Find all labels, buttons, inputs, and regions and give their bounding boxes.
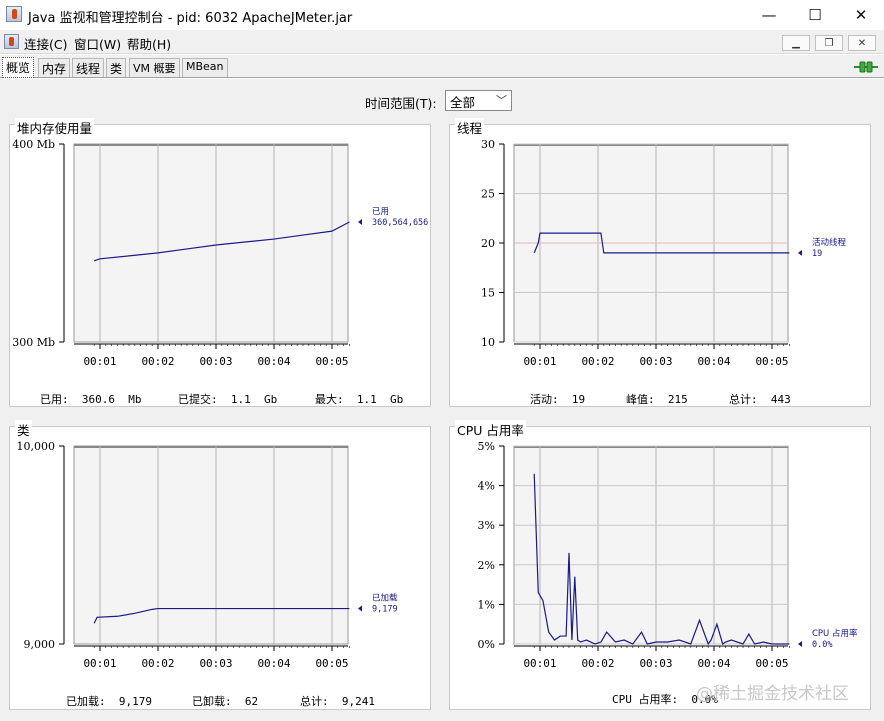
menu-help[interactable]: 帮助(H)	[127, 34, 171, 53]
watermark: @稀土掘金技术社区	[696, 684, 849, 704]
threads-peak-stat: 峰值: 215	[626, 393, 688, 406]
heap-chart: 00:01 00:02 00:03 00:04 00:05 400 Mb 300 Mb 已用3…	[12, 138, 428, 368]
heap-x-tick-label: 00:02	[141, 355, 174, 368]
cpu-legend-value: 0.0%	[812, 640, 832, 650]
threads-legend-value: 19	[812, 249, 822, 259]
classes-legend-arrow-icon	[358, 605, 362, 612]
cpu-legend-arrow-icon	[798, 641, 802, 647]
chevron-down-icon: ﹀	[496, 94, 507, 107]
tab-mbean[interactable]: MBean	[182, 58, 228, 77]
cpu-x-tick-label: 00:02	[581, 657, 614, 670]
cpu-y-tick-label: 4%	[478, 480, 495, 493]
cpu-y-tick-label: 2%	[478, 559, 495, 572]
menu-window[interactable]: 窗口(W)	[74, 34, 121, 53]
classes-chart: 00:01 00:02 00:03 00:04 00:05 10,000 9,000 已加载9…	[17, 440, 399, 670]
threads-legend-name: 活动线程	[812, 237, 847, 248]
java-cup-icon	[6, 6, 22, 22]
heap-x-tick-label: 00:05	[315, 355, 348, 368]
threads-total-stat: 总计: 443	[729, 393, 791, 406]
cpu-y-tick-label: 0%	[478, 638, 495, 651]
heap-legend-arrow-icon	[358, 219, 362, 226]
threads-y-tick-label: 25	[481, 188, 495, 201]
menu-connect[interactable]: 连接(C)	[24, 34, 67, 53]
heap-plot-area	[73, 143, 349, 343]
cpu-x-tick-label: 00:01	[523, 657, 556, 670]
cpu-plot-area	[513, 445, 789, 645]
internal-restore-button[interactable]: ❐	[815, 35, 843, 51]
time-range-select[interactable]: 全部 ﹀	[445, 90, 512, 111]
threads-chart: 00:01 00:02 00:03 00:04 00:05 30 25 20 15 10 活动线程1…	[481, 138, 847, 368]
heap-x-tick-label: 00:04	[257, 355, 290, 368]
classes-x-tick-label: 00:01	[83, 657, 116, 670]
cpu-chart: 00:01 00:02 00:03 00:04 00:05 5% 4% 3% 2% 1% 0% CPU…	[478, 440, 858, 670]
heap-x-tick-label: 00:03	[199, 355, 232, 368]
cpu-x-tick-label: 00:04	[697, 657, 730, 670]
threads-y-tick-label: 20	[481, 237, 495, 250]
tab-classes[interactable]: 类	[106, 58, 127, 77]
tab-memory[interactable]: 内存	[38, 58, 71, 77]
classes-x-tick-label: 00:04	[257, 657, 290, 670]
threads-x-tick-label: 00:02	[581, 355, 614, 368]
tab-overview[interactable]: 概览	[2, 57, 35, 78]
heap-committed-stat: 已提交: 1.1 Gb	[178, 393, 278, 406]
internal-minimize-button[interactable]: ▁	[782, 35, 810, 51]
cpu-x-tick-label: 00:05	[755, 657, 788, 670]
close-button[interactable]: ✕	[838, 0, 884, 30]
java-cup-icon[interactable]	[4, 34, 19, 49]
cpu-y-tick-label: 3%	[478, 519, 495, 532]
threads-y-tick-label: 10	[481, 336, 495, 349]
threads-x-tick-label: 00:03	[639, 355, 672, 368]
threads-x-tick-label: 00:05	[755, 355, 788, 368]
classes-y-tick-label: 10,000	[17, 440, 56, 453]
minimize-button[interactable]: —	[746, 0, 792, 30]
heap-x-tick-label: 00:01	[83, 355, 116, 368]
threads-y-tick-label: 15	[481, 287, 495, 300]
connection-icon[interactable]	[854, 61, 878, 73]
internal-close-button[interactable]: ✕	[848, 35, 876, 51]
classes-unloaded-stat: 已卸载: 62	[192, 695, 259, 708]
time-range-value: 全部	[450, 95, 476, 110]
classes-x-tick-label: 00:03	[199, 657, 232, 670]
cpu-y-tick-label: 5%	[478, 440, 495, 453]
classes-legend-value: 9,179	[372, 605, 398, 615]
heap-y-tick-label: 400 Mb	[12, 138, 55, 151]
tab-threads[interactable]: 线程	[72, 58, 105, 77]
cpu-legend-name: CPU 占用率	[812, 628, 858, 639]
classes-loaded-stat: 已加载: 9,179	[66, 695, 152, 708]
heap-used-stat: 已用: 360.6 Mb	[40, 393, 142, 406]
window-title: Java 监视和管理控制台 - pid: 6032 ApacheJMeter.j…	[28, 11, 353, 26]
classes-y-tick-label: 9,000	[24, 638, 56, 651]
cpu-x-tick-label: 00:03	[639, 657, 672, 670]
classes-plot-area	[73, 445, 349, 645]
maximize-button[interactable]: ☐	[792, 0, 838, 30]
threads-live-stat: 活动: 19	[530, 393, 586, 406]
threads-legend-arrow-icon	[798, 249, 802, 256]
cpu-y-tick-label: 1%	[478, 598, 495, 611]
threads-x-tick-label: 00:01	[523, 355, 556, 368]
heap-y-tick-label: 300 Mb	[12, 336, 55, 349]
classes-x-tick-label: 00:05	[315, 657, 348, 670]
heap-legend-value: 360,564,656	[372, 218, 428, 228]
threads-y-tick-label: 30	[481, 138, 495, 151]
time-range-label: 时间范围(T):	[365, 96, 437, 111]
heap-legend-name: 已用	[372, 207, 389, 217]
threads-x-tick-label: 00:04	[697, 355, 730, 368]
classes-x-tick-label: 00:02	[141, 657, 174, 670]
heap-max-stat: 最大: 1.1 Gb	[315, 393, 404, 406]
classes-total-stat: 总计: 9,241	[300, 695, 375, 708]
classes-legend-name: 已加载	[372, 593, 398, 604]
tab-vm-summary[interactable]: VM 概要	[129, 58, 180, 77]
